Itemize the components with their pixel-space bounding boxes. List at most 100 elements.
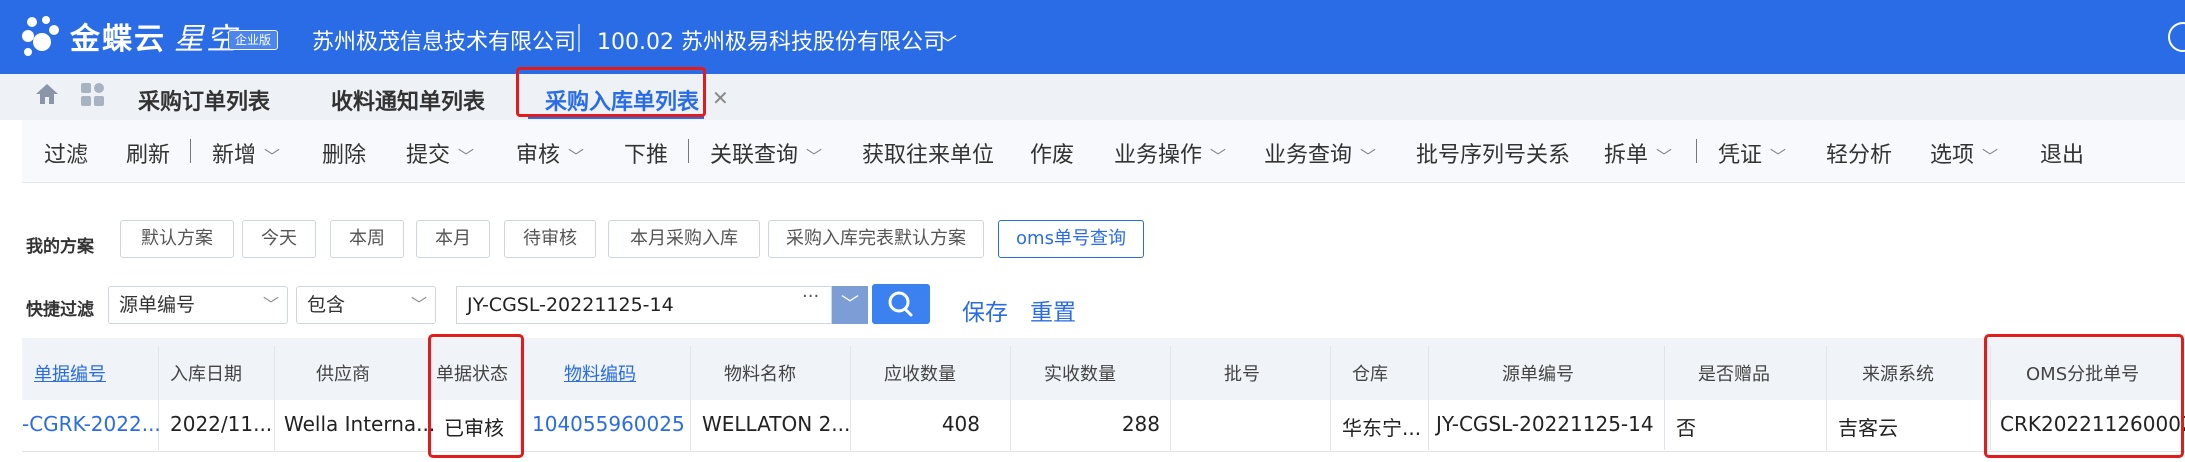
home-icon[interactable] <box>34 82 60 106</box>
filter-value-input[interactable]: JY-CGSL-20221125-14 <box>456 286 832 324</box>
cell-material-name: WELLATON 2... <box>702 412 851 436</box>
business-operation-button[interactable]: 业务操作 ﹀ <box>1114 137 1226 169</box>
highlight-box-bill-status <box>428 334 524 458</box>
col-header-material-name[interactable]: 物料名称 <box>724 360 796 386</box>
column-divider <box>1010 346 1011 450</box>
chevron-down-icon: ﹀ <box>806 147 823 166</box>
col-header-actual-qty[interactable]: 实收数量 <box>1044 360 1116 386</box>
voucher-button[interactable]: 凭证 ﹀ <box>1718 137 1786 169</box>
filter-field-select[interactable]: 源单编号 ﹀ <box>108 286 288 324</box>
apps-grid-icon[interactable] <box>80 82 108 108</box>
cell-receivable-qty: 408 <box>941 412 980 436</box>
col-header-source-system[interactable]: 来源系统 <box>1862 360 1934 386</box>
scheme-default[interactable]: 默认方案 <box>120 220 234 258</box>
business-query-button[interactable]: 业务查询 ﹀ <box>1264 137 1376 169</box>
scheme-this-week[interactable]: 本周 <box>330 220 404 258</box>
col-header-inbound-date[interactable]: 入库日期 <box>170 360 242 386</box>
highlight-box-active-tab <box>516 67 706 117</box>
toolbar-separator <box>190 139 191 163</box>
chevron-down-icon: ﹀ <box>410 295 427 314</box>
column-divider <box>1428 346 1429 450</box>
col-header-material-code[interactable]: 物料编码 <box>564 360 636 386</box>
chevron-down-icon: ﹀ <box>1360 147 1377 166</box>
user-avatar-icon[interactable] <box>2168 22 2185 52</box>
scheme-today[interactable]: 今天 <box>242 220 316 258</box>
scheme-month-purchase-inbound[interactable]: 本月采购入库 <box>608 220 760 258</box>
chevron-down-icon: ﹀ <box>262 295 279 314</box>
edition-badge: 企业版 <box>228 30 279 50</box>
exit-button[interactable]: 退出 <box>2040 137 2084 169</box>
batch-serial-relation-button[interactable]: 批号序列号关系 <box>1416 137 1570 169</box>
chevron-down-icon: ﹀ <box>1656 147 1673 166</box>
filter-button[interactable]: 过滤 <box>44 137 88 169</box>
chevron-down-icon: ﹀ <box>568 147 585 166</box>
org-divider <box>578 24 580 52</box>
chevron-down-icon: ﹀ <box>264 147 281 166</box>
col-header-bill-no[interactable]: 单据编号 <box>34 360 106 386</box>
scheme-oms-number-query[interactable]: oms单号查询 <box>998 220 1144 258</box>
toolbar-separator <box>1696 139 1697 163</box>
quick-filter-label: 快捷过滤 <box>26 300 94 320</box>
submit-button[interactable]: 提交 ﹀ <box>406 137 474 169</box>
chevron-down-icon: ﹀ <box>1770 147 1787 166</box>
highlight-box-oms-batch-no <box>1984 334 2184 458</box>
chevron-down-icon: ﹀ <box>1210 147 1227 166</box>
close-icon[interactable]: ✕ <box>712 86 729 110</box>
push-down-button[interactable]: 下推 <box>624 137 668 169</box>
void-button[interactable]: 作废 <box>1030 137 1074 169</box>
filter-operator-select[interactable]: 包含 ﹀ <box>296 286 436 324</box>
row-divider <box>22 451 2185 452</box>
column-divider <box>690 346 691 450</box>
scheme-this-month[interactable]: 本月 <box>416 220 490 258</box>
col-header-is-gift[interactable]: 是否赠品 <box>1698 360 1770 386</box>
tab-purchase-order-list[interactable]: 采购订单列表 <box>138 84 270 116</box>
reset-filter-button[interactable]: 重置 <box>1030 293 1076 327</box>
search-button[interactable] <box>872 284 930 324</box>
kingdee-logo-icon <box>22 16 59 56</box>
search-icon <box>888 291 913 317</box>
column-divider <box>1330 346 1331 450</box>
related-query-button[interactable]: 关联查询 ﹀ <box>710 137 822 169</box>
save-filter-button[interactable]: 保存 <box>962 293 1008 327</box>
column-divider <box>1664 346 1665 450</box>
chevron-down-icon: ﹀ <box>458 147 475 166</box>
cell-actual-qty: 288 <box>1121 412 1160 436</box>
scheme-inbound-report-default[interactable]: 采购入库完表默认方案 <box>768 220 984 258</box>
cell-material-code[interactable]: 104055960025 <box>532 412 685 436</box>
cell-source-system: 吉客云 <box>1838 416 1898 440</box>
split-order-button[interactable]: 拆单 ﹀ <box>1604 137 1672 169</box>
new-button[interactable]: 新增 ﹀ <box>212 137 280 169</box>
col-header-warehouse[interactable]: 仓库 <box>1352 360 1388 386</box>
get-contact-unit-button[interactable]: 获取往来单位 <box>862 137 994 169</box>
cell-is-gift: 否 <box>1676 416 1696 440</box>
col-header-receivable-qty[interactable]: 应收数量 <box>884 360 956 386</box>
cell-source-bill-no: JY-CGSL-20221125-14 <box>1436 412 1654 436</box>
cell-warehouse: 华东宁... <box>1342 416 1422 440</box>
account-switcher[interactable]: 100.02 苏州极易科技股份有限公司 <box>597 24 945 56</box>
column-divider <box>1170 346 1171 450</box>
light-analysis-button[interactable]: 轻分析 <box>1826 137 1892 169</box>
cell-supplier: Wella Interna... <box>284 412 436 436</box>
ellipsis-icon[interactable]: ··· <box>802 286 819 307</box>
delete-button[interactable]: 删除 <box>322 137 366 169</box>
tab-receipt-notice-list[interactable]: 收料通知单列表 <box>331 84 485 116</box>
toolbar-separator <box>688 139 689 163</box>
column-divider <box>1826 346 1827 450</box>
audit-button[interactable]: 审核 ﹀ <box>516 137 584 169</box>
top-header: 金蝶云 星空 企业版 苏州极茂信息技术有限公司 100.02 苏州极易科技股份有限… <box>0 0 2185 74</box>
org-switcher[interactable]: 苏州极茂信息技术有限公司 <box>312 24 576 56</box>
logo-text: 金蝶云 星空 <box>70 22 238 57</box>
cell-inbound-date: 2022/11... <box>170 412 273 436</box>
col-header-supplier[interactable]: 供应商 <box>316 360 370 386</box>
chevron-down-icon: ﹀ <box>1982 147 1999 166</box>
col-header-source-bill-no[interactable]: 源单编号 <box>1502 360 1574 386</box>
chevron-down-icon[interactable]: ﹀ <box>939 30 957 56</box>
scheme-label: 我的方案 <box>26 237 94 257</box>
double-chevron-down-icon[interactable]: ﹀ <box>832 286 868 324</box>
tab-bar <box>0 74 2185 120</box>
col-header-lot[interactable]: 批号 <box>1224 360 1260 386</box>
cell-bill-no[interactable]: -CGRK-2022... <box>22 412 161 436</box>
refresh-button[interactable]: 刷新 <box>126 137 170 169</box>
scheme-pending-audit[interactable]: 待审核 <box>504 220 596 258</box>
options-button[interactable]: 选项 ﹀ <box>1930 137 1998 169</box>
